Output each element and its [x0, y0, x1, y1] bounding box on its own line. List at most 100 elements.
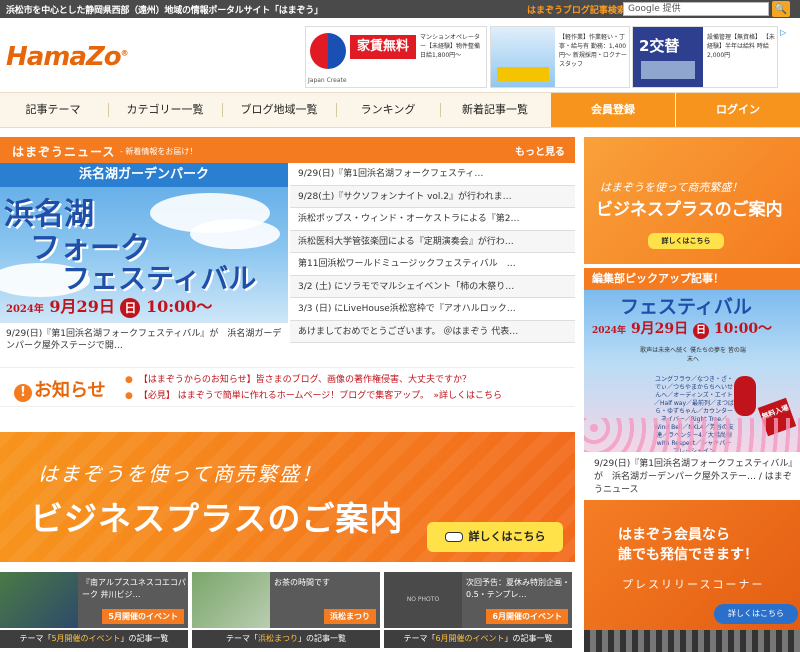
footer-theme: 浜松まつり: [258, 634, 298, 643]
member-line2: 誰でも発信できます！: [618, 547, 758, 563]
pickup-img-title: フェスティバル: [620, 296, 752, 318]
hero-time: 10:00〜: [145, 297, 213, 316]
event-tag[interactable]: 5月開催のイベント: [102, 609, 184, 624]
hero-date: 2024年 9月29日 日 10:00〜: [6, 293, 212, 318]
news-list-item[interactable]: 浜松医科大学管弦楽団による『定期演奏会』が行わ…: [290, 230, 575, 253]
nav-divider: [222, 103, 223, 117]
site-tagline: 浜松市を中心とした静岡県西部（遠州）地域の情報ポータルサイト「はまぞう」: [6, 6, 323, 16]
notice-line[interactable]: ● 【はまぞうからのお知らせ】皆さまのブログ、画像の著作権侵害、大丈夫ですか？: [125, 372, 471, 385]
event-no-photo: NO PHOTO: [384, 572, 462, 628]
search-icon: 🔍: [774, 3, 788, 15]
news-list-item[interactable]: あけましておめでとうございます。 ＠はまぞう 代表…: [290, 320, 575, 343]
hero-caption[interactable]: 9/29(日)『第1回浜名湖フォークフェスティバル』が 浜名湖ガーデンパーク屋外…: [6, 328, 286, 352]
nav-item-new-posts[interactable]: 新着記事一覧: [442, 93, 548, 127]
search-button[interactable]: 🔍: [772, 1, 790, 17]
register-button[interactable]: 会員登録: [551, 93, 675, 127]
nav-item-category[interactable]: カテゴリー一覧: [110, 93, 220, 127]
ad-headline: 家賃無料: [350, 35, 416, 59]
bullet-icon: ●: [125, 375, 133, 385]
event-thumbnail: [192, 572, 270, 628]
sidebar-biz-line2: ビジネスプラスのご案内: [596, 200, 783, 220]
event-footer-link[interactable]: テーマ「5月開催のイベント」の記事一覧: [0, 630, 188, 648]
business-plus-banner[interactable]: はまぞうを使って商売繁盛！ ビジネスプラスのご案内 詳しくはこちら: [0, 432, 575, 562]
news-list-item[interactable]: 3/3 (日) にLiveHouse浜松窓枠で『アオハルロック…: [290, 298, 575, 321]
notice-label-text: お知らせ: [34, 380, 106, 401]
site-logo[interactable]: HamaZo®: [6, 42, 129, 72]
event-card[interactable]: お茶の時間です 浜松まつり: [192, 572, 380, 628]
footer-theme: 6月開催のイベント: [435, 634, 505, 643]
event-footer-link[interactable]: テーマ「6月開催のイベント」の記事一覧: [384, 630, 572, 648]
ad-banner-3[interactable]: 2交替 設備管理【無資格】 【未経験】半年は給料 時給2,000円: [632, 26, 778, 88]
nav-divider: [336, 103, 337, 117]
logo-text: HamaZo: [6, 42, 122, 72]
footer-pre: テーマ「: [403, 634, 436, 643]
news-list-item[interactable]: 9/28(土)『サクソフォンナイト vol.2』が行われま…: [290, 185, 575, 208]
pickup-image[interactable]: フェスティバル 2024年 9月29日 日 10:00〜 歌声は未来へ続く 僕た…: [584, 290, 800, 452]
sidebar-bottom-banner[interactable]: [584, 630, 800, 652]
news-header: はまぞうニュース - 新着情報をお届け！ もっと見る: [0, 137, 575, 163]
hero-year: 2024年: [6, 304, 44, 315]
ad-text: 設備管理【無資格】 【未経験】半年は給料 時給2,000円: [707, 34, 775, 59]
event-footer-link[interactable]: テーマ「浜松まつり」の記事一覧: [192, 630, 380, 648]
pickup-time: 10:00〜: [713, 321, 773, 337]
notice-label: ! お知らせ: [14, 376, 106, 402]
search-input[interactable]: Google 提供: [623, 2, 769, 16]
sidebar-business-banner[interactable]: はまぞうを使って商売繁盛！ ビジネスプラスのご案内 詳しくはこちら: [584, 137, 800, 264]
news-list: 9/29(日)『第1回浜名湖フォークフェスティ… 9/28(土)『サクソフォンナ…: [290, 163, 575, 343]
banner-button-label: 詳しくはこちら: [468, 530, 546, 543]
pickup-caption[interactable]: 9/29(日)『第1回浜名湖フォークフェスティバル』が 浜名湖ガーデンパーク屋外…: [594, 458, 794, 497]
blog-search-label[interactable]: はまぞうブログ記事検索: [527, 3, 626, 16]
nav-item-ranking[interactable]: ランキング: [338, 93, 438, 127]
top-bar: 浜松市を中心とした静岡県西部（遠州）地域の情報ポータルサイト「はまぞう」 はまぞ…: [0, 0, 800, 18]
nav-item-region[interactable]: ブログ地域一覧: [224, 93, 334, 127]
sidebar-member-banner[interactable]: はまぞう会員なら 誰でも発信できます！ プレスリリースコーナー 詳しくはこちら: [584, 500, 800, 630]
event-tag[interactable]: 6月開催のイベント: [486, 609, 568, 624]
ad-logo-icon: [310, 33, 346, 69]
news-list-item[interactable]: 9/29(日)『第1回浜名湖フォークフェスティ…: [290, 163, 575, 186]
member-detail-button[interactable]: 詳しくはこちら: [714, 604, 798, 624]
event-card[interactable]: 『南アルプスユネスコエコパーク 井川ビジ… 5月開催のイベント: [0, 572, 188, 628]
sidebar-biz-button[interactable]: 詳しくはこちら: [648, 233, 724, 249]
pickup-day: 9月29日: [630, 321, 689, 337]
login-button[interactable]: ログイン: [676, 93, 800, 127]
pickup-weekday: 日: [693, 323, 710, 339]
notice-section: ! お知らせ ● 【はまぞうからのお知らせ】皆さまのブログ、画像の著作権侵害、大丈夫…: [0, 367, 575, 407]
sidebar-biz-line1: はまぞうを使って商売繁盛！: [600, 181, 743, 194]
footer-post: 」の記事一覧: [120, 634, 169, 643]
ad-headline: 2交替: [639, 37, 680, 55]
banner-detail-button[interactable]: 詳しくはこちら: [427, 522, 563, 552]
event-tag[interactable]: 浜松まつり: [324, 609, 376, 624]
ad-banner-1[interactable]: 家賃無料 マンションオペレーター【未経験】物件整備 日給1,800円〜 Japa…: [305, 26, 487, 88]
event-card[interactable]: NO PHOTO 次回予告：夏休み特別企画・0.5・テンプレ… 6月開催のイベン…: [384, 572, 572, 628]
hero-day: 9月29日: [49, 297, 115, 316]
banner-line1: はまぞうを使って商売繁盛！: [38, 462, 323, 486]
news-hero-image[interactable]: 浜名湖ガーデンパーク 浜名湖 フォーク フェスティバル 2024年 9月29日 …: [0, 163, 288, 323]
info-icon: !: [14, 384, 32, 402]
banner-line2: ビジネスプラスのご案内: [30, 499, 404, 538]
notice-line[interactable]: ● 【必見】 はまぞうで簡単に作れるホームページ！ブログで集客アップ。 »詳しくは…: [125, 388, 502, 401]
news-list-item[interactable]: 3/2 (土) にソラモでマルシェイベント「柿の木祭り…: [290, 275, 575, 298]
ad-banner-2[interactable]: 【軽作業】作業軽い・丁寧・給与有 勤務：1,400円〜 新規採用・ロクナースタッ…: [490, 26, 630, 88]
ad-choice-icon[interactable]: ▷: [780, 28, 786, 37]
pickup-date: 2024年 9月29日 日 10:00〜: [592, 318, 772, 339]
news-list-item[interactable]: 第11回浜松ワールドミュージックフェスティバル …: [290, 253, 575, 276]
search-placeholder: Google 提供: [628, 4, 681, 14]
footer-post: 」の記事一覧: [298, 634, 346, 643]
bullet-icon: ●: [125, 391, 133, 401]
notice-text: 【はまぞうからのお知らせ】皆さまのブログ、画像の著作権侵害、大丈夫ですか？: [138, 375, 472, 385]
hero-band: 浜名湖ガーデンパーク: [0, 163, 288, 187]
news-more-link[interactable]: もっと見る: [515, 143, 565, 158]
news-list-item[interactable]: 浜松ポップス・ウィンド・オーケストラによる『第2…: [290, 208, 575, 231]
ad-ribbon: [497, 67, 549, 81]
news-subtitle: - 新着情報をお届け！: [120, 147, 198, 156]
event-text: 次回予告：夏休み特別企画・0.5・テンプレ…: [466, 578, 570, 599]
nav-item-theme[interactable]: 記事テーマ: [0, 93, 106, 127]
footer-theme: 5月開催のイベント: [51, 634, 121, 643]
guitar-icon: [734, 376, 756, 416]
pointing-hand-icon: [444, 532, 463, 542]
pickup-subtext: 歌声は未来へ続く 僕たちの夢を 皆の端末へ: [640, 347, 746, 363]
ad-text: 【軽作業】作業軽い・丁寧・給与有 勤務：1,400円〜 新規採用・ロクナースタッ…: [559, 34, 627, 68]
footer-pre: テーマ「: [19, 634, 52, 643]
member-line1: はまぞう会員なら: [618, 527, 730, 543]
ad-brand: Japan Create: [308, 77, 347, 84]
